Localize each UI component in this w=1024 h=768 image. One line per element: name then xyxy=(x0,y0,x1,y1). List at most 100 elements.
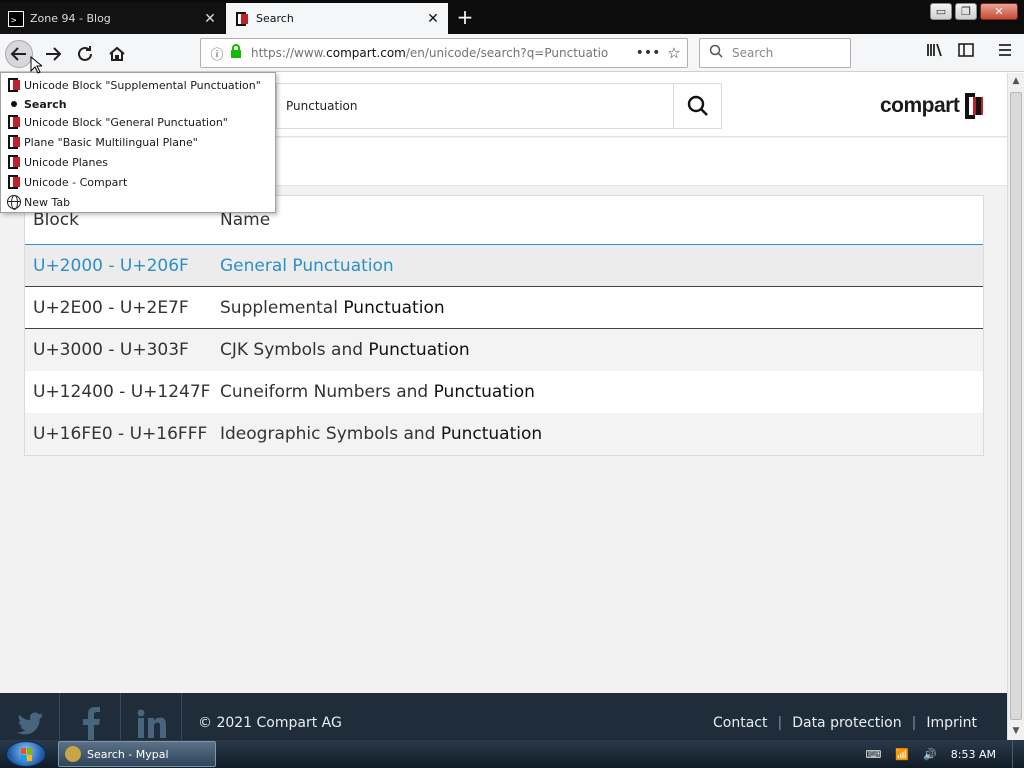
compart-favicon-icon xyxy=(6,77,22,93)
table-row[interactable]: U+16FE0 - U+16FFF Ideographic Symbols an… xyxy=(25,413,983,455)
scroll-up-arrow-icon[interactable]: ▲ xyxy=(1008,73,1024,90)
compart-logo[interactable]: compart xyxy=(880,91,992,121)
name-match: Punctuation xyxy=(440,424,543,444)
tab-close-icon[interactable]: ✕ xyxy=(424,10,442,28)
minimize-window-button[interactable]: ▭ xyxy=(930,3,952,20)
sidebar-toggle-icon[interactable] xyxy=(952,40,980,68)
site-footer: © 2021 Compart AG Contact | Data protect… xyxy=(0,693,1007,740)
reload-button[interactable] xyxy=(71,40,99,68)
block-name[interactable]: Ideographic Symbols and Punctuation xyxy=(220,413,542,455)
block-range[interactable]: U+12400 - U+1247F xyxy=(33,371,210,413)
block-name[interactable]: Cuneiform Numbers and Punctuation xyxy=(220,371,535,413)
svg-text:>: > xyxy=(11,16,17,26)
name-text: Ideographic Symbols and xyxy=(220,424,441,444)
back-arrow-icon xyxy=(10,47,26,61)
volume-icon[interactable]: 🔊 xyxy=(923,748,937,761)
forward-arrow-icon xyxy=(46,47,62,61)
tab-search[interactable]: Search ✕ xyxy=(226,3,448,34)
mypal-app-icon xyxy=(65,746,81,762)
block-name[interactable]: Supplemental Punctuation xyxy=(220,287,445,329)
keyboard-icon[interactable]: ⌨ xyxy=(865,748,881,761)
site-search-button[interactable] xyxy=(673,83,722,129)
info-icon[interactable]: ⓘ xyxy=(207,44,227,63)
navigation-toolbar: ⓘ https://www.compart.com/en/unicode/sea… xyxy=(0,34,1024,72)
history-item[interactable]: Unicode Planes xyxy=(1,152,275,172)
block-name[interactable]: CJK Symbols and Punctuation xyxy=(220,329,470,371)
close-window-button[interactable]: ✕ xyxy=(980,3,1018,20)
facebook-icon[interactable] xyxy=(61,693,121,740)
forward-button[interactable] xyxy=(39,40,67,68)
block-range[interactable]: U+3000 - U+303F xyxy=(33,329,189,371)
footer-links: Contact | Data protection | Imprint xyxy=(713,715,977,731)
hamburger-menu-icon[interactable] xyxy=(991,40,1019,68)
compart-favicon-icon xyxy=(6,154,22,170)
lock-icon[interactable] xyxy=(227,44,245,62)
maximize-window-button[interactable]: ❐ xyxy=(955,3,977,20)
history-item[interactable]: Unicode Block "General Punctuation" xyxy=(1,112,275,132)
table-row[interactable]: U+2000 - U+206F General Punctuation xyxy=(25,245,983,287)
twitter-icon[interactable] xyxy=(0,693,60,740)
linkedin-icon[interactable] xyxy=(122,693,182,740)
mouse-cursor-icon xyxy=(30,56,42,74)
back-button[interactable] xyxy=(5,40,33,68)
current-page-dot-icon xyxy=(6,96,22,112)
name-match: Punctuation xyxy=(368,340,470,360)
bookmark-star-icon[interactable]: ☆ xyxy=(661,44,687,62)
library-icon[interactable] xyxy=(920,40,948,68)
windows-logo-icon xyxy=(21,748,32,761)
start-button[interactable] xyxy=(6,741,46,767)
network-icon[interactable]: 📶 xyxy=(895,748,909,761)
compart-favicon-icon xyxy=(234,11,250,27)
history-item-label: Unicode Block "Supplemental Punctuation" xyxy=(24,78,261,92)
contact-link[interactable]: Contact xyxy=(713,715,767,731)
reload-icon xyxy=(78,46,92,61)
taskbar-window-button[interactable]: Search - Mypal xyxy=(58,741,216,767)
scroll-thumb[interactable] xyxy=(1010,92,1022,720)
data-protection-link[interactable]: Data protection xyxy=(792,715,901,731)
history-item[interactable]: Plane "Basic Multilingual Plane" xyxy=(1,132,275,152)
history-item-label: Unicode Planes xyxy=(24,155,109,169)
history-item[interactable]: Unicode - Compart xyxy=(1,172,275,192)
os-taskbar: Search - Mypal ⌨ 📶 🔊 8:53 AM xyxy=(0,740,1024,768)
home-button[interactable] xyxy=(103,40,131,68)
tab-zone94-blog[interactable]: > Zone 94 - Blog ✕ xyxy=(0,3,225,34)
home-icon xyxy=(109,46,125,61)
page-actions-icon[interactable]: ••• xyxy=(635,45,661,61)
show-desktop-button[interactable] xyxy=(1012,740,1024,768)
table-row[interactable]: U+12400 - U+1247F Cuneiform Numbers and … xyxy=(25,371,983,413)
history-item-label: Plane "Basic Multilingual Plane" xyxy=(24,135,198,149)
url-path: /en/unicode/search?q=Punctuatio xyxy=(405,46,609,60)
scroll-down-arrow-icon[interactable]: ▼ xyxy=(1008,723,1024,740)
new-tab-button[interactable]: + xyxy=(452,6,478,30)
page-scrollbar[interactable]: ▲ ▼ xyxy=(1007,73,1024,740)
search-icon xyxy=(704,44,728,62)
table-row[interactable]: U+3000 - U+303F CJK Symbols and Punctuat… xyxy=(25,329,983,371)
taskbar-window-label: Search - Mypal xyxy=(87,747,169,761)
site-search-input[interactable]: Punctuation xyxy=(276,83,674,129)
tab-title: Search xyxy=(256,12,294,25)
name-text: Supplemental xyxy=(220,298,344,318)
magnifier-icon xyxy=(687,95,708,116)
url-host: compart.com xyxy=(326,46,406,60)
system-tray: ⌨ 📶 🔊 8:53 AM xyxy=(865,740,1024,768)
url-text[interactable]: https://www.compart.com/en/unicode/searc… xyxy=(251,46,635,60)
name-match: Punctuation xyxy=(292,256,394,276)
imprint-link[interactable]: Imprint xyxy=(926,715,977,731)
compart-favicon-icon xyxy=(6,114,22,130)
block-range[interactable]: U+2E00 - U+2E7F xyxy=(33,287,189,329)
block-name[interactable]: General Punctuation xyxy=(220,245,394,287)
block-range[interactable]: U+16FE0 - U+16FFF xyxy=(33,413,207,455)
logo-text: compart xyxy=(880,94,960,117)
browser-search-bar[interactable]: Search xyxy=(699,38,851,68)
table-row[interactable]: U+2E00 - U+2E7F Supplemental Punctuation xyxy=(25,287,983,329)
history-item[interactable]: New Tab xyxy=(1,192,275,212)
history-item[interactable]: Unicode Block "Supplemental Punctuation" xyxy=(1,75,275,95)
block-range[interactable]: U+2000 - U+206F xyxy=(33,245,189,287)
terminal-favicon-icon: > xyxy=(8,10,24,27)
address-bar[interactable]: ⓘ https://www.compart.com/en/unicode/sea… xyxy=(200,38,688,68)
clock[interactable]: 8:53 AM xyxy=(951,748,996,761)
history-item-label: Unicode - Compart xyxy=(24,175,128,189)
history-item-current[interactable]: Search xyxy=(1,94,275,114)
tab-close-icon[interactable]: ✕ xyxy=(201,10,219,28)
tab-strip: > Zone 94 - Blog ✕ Search ✕ + ▭ ❐ ✕ xyxy=(0,0,1024,34)
